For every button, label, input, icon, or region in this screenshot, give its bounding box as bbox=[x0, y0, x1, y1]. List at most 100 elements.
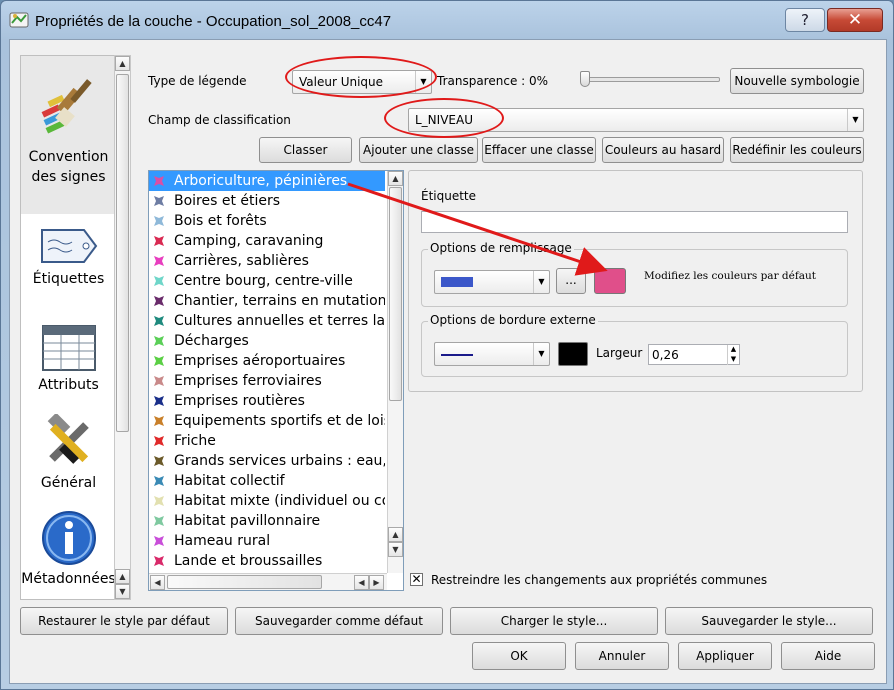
transparency-slider-handle[interactable] bbox=[580, 71, 590, 87]
sidebar-item-general[interactable]: Général bbox=[21, 412, 114, 504]
sidebar-scroll-up-button[interactable]: ▲ bbox=[115, 56, 130, 71]
label-input[interactable] bbox=[421, 211, 848, 233]
layer-properties-window: Propriétés de la couche - Occupation_sol… bbox=[0, 0, 894, 690]
width-value: 0,26 bbox=[652, 348, 679, 362]
class-list-item[interactable]: Cultures annuelles et terres labo bbox=[149, 311, 385, 331]
class-name: Carrières, sablières bbox=[174, 253, 309, 269]
random-colors-button[interactable]: Couleurs au hasard bbox=[602, 137, 724, 163]
class-list-item[interactable]: Habitat pavillonnaire bbox=[149, 511, 385, 531]
add-class-button[interactable]: Ajouter une classe bbox=[359, 137, 478, 163]
transparency-label: Transparence : 0% bbox=[437, 74, 549, 88]
class-color-icon bbox=[154, 496, 164, 506]
class-name: Emprises ferroviaires bbox=[174, 373, 322, 389]
class-color-icon bbox=[154, 276, 164, 286]
class-name: Equipements sportifs et de loisir bbox=[174, 413, 385, 429]
sidebar-scroll-down-button[interactable]: ▼ bbox=[115, 584, 130, 599]
save-style-button[interactable]: Sauvegarder le style... bbox=[665, 607, 873, 635]
class-list-hscrollbar[interactable]: ◀ ◀ ▶ bbox=[149, 573, 387, 590]
class-list-item[interactable]: Equipements sportifs et de loisir bbox=[149, 411, 385, 431]
border-style-select[interactable]: ▼ bbox=[434, 342, 550, 366]
label-caption: Étiquette bbox=[421, 189, 477, 203]
class-color-icon bbox=[154, 236, 164, 246]
category-sidebar: Convention des signes Étiquettes Attribu… bbox=[20, 55, 115, 600]
class-list-item[interactable]: Hameau rural bbox=[149, 531, 385, 551]
save-as-default-button[interactable]: Sauvegarder comme défaut bbox=[235, 607, 443, 635]
new-symbology-button[interactable]: Nouvelle symbologie bbox=[730, 68, 864, 94]
class-list-item[interactable]: Centre bourg, centre-ville bbox=[149, 271, 385, 291]
sidebar-item-label: Étiquettes bbox=[32, 271, 105, 287]
classify-button[interactable]: Classer bbox=[259, 137, 352, 163]
border-color-button[interactable] bbox=[558, 342, 588, 366]
cancel-button[interactable]: Annuler bbox=[575, 642, 669, 670]
border-style-preview bbox=[441, 354, 473, 356]
annotation-text: Modifiez les couleurs par défaut bbox=[644, 270, 816, 282]
class-list-item[interactable]: Grands services urbains : eau, ass bbox=[149, 451, 385, 471]
sidebar-scroll-thumb[interactable] bbox=[116, 74, 129, 432]
class-list-item[interactable]: Chantier, terrains en mutation bbox=[149, 291, 385, 311]
delete-class-button[interactable]: Effacer une classe bbox=[482, 137, 596, 163]
spin-up-icon[interactable]: ▲ bbox=[727, 345, 739, 355]
class-list-item[interactable]: Boires et étiers bbox=[149, 191, 385, 211]
restrict-label: Restreindre les changements aux propriét… bbox=[431, 573, 768, 587]
label-tag-icon bbox=[40, 229, 97, 263]
fill-browse-button[interactable]: ... bbox=[556, 268, 586, 294]
class-list-item[interactable]: Carrières, sablières bbox=[149, 251, 385, 271]
class-scroll-down-button[interactable]: ▼ bbox=[388, 542, 403, 557]
help-title-button[interactable]: ? bbox=[785, 8, 825, 32]
class-color-icon bbox=[154, 516, 164, 526]
class-list-item[interactable]: Emprises aéroportuaires bbox=[149, 351, 385, 371]
class-hscroll-thumb[interactable] bbox=[167, 575, 322, 589]
class-list[interactable]: Arboriculture, pépinières Boires et étier… bbox=[148, 170, 404, 591]
sidebar-scrollbar[interactable]: ▲ ▲ ▼ bbox=[114, 55, 131, 600]
sidebar-item-labels[interactable]: Étiquettes bbox=[21, 226, 114, 312]
class-name: Hameau rural bbox=[174, 533, 271, 549]
sidebar-scroll-down-button[interactable]: ▲ bbox=[115, 569, 130, 584]
class-list-item[interactable]: Bois et forêts bbox=[149, 211, 385, 231]
class-list-item[interactable]: Camping, caravaning bbox=[149, 231, 385, 251]
help-button[interactable]: Aide bbox=[781, 642, 875, 670]
class-list-item[interactable]: Lande et broussailles bbox=[149, 551, 385, 571]
ok-button[interactable]: OK bbox=[472, 642, 566, 670]
class-list-item[interactable]: Habitat mixte (individuel ou coll bbox=[149, 491, 385, 511]
class-scroll-right-button[interactable]: ▶ bbox=[369, 575, 384, 590]
class-scroll-up-button[interactable]: ▲ bbox=[388, 527, 403, 542]
load-style-button[interactable]: Charger le style... bbox=[450, 607, 658, 635]
class-name: Boires et étiers bbox=[174, 193, 281, 209]
class-list-item[interactable]: Décharges bbox=[149, 331, 385, 351]
class-list-item[interactable]: Emprises ferroviaires bbox=[149, 371, 385, 391]
class-list-scrollbar[interactable]: ▲ ▲ ▼ bbox=[387, 171, 403, 573]
close-window-button[interactable]: ✕ bbox=[827, 8, 883, 32]
transparency-slider[interactable] bbox=[585, 77, 720, 82]
class-list-item[interactable]: Friche bbox=[149, 431, 385, 451]
sidebar-item-label: Attributs bbox=[38, 377, 99, 393]
class-name: Centre bourg, centre-ville bbox=[174, 273, 353, 289]
apply-button[interactable]: Appliquer bbox=[678, 642, 772, 670]
border-options-group: Options de bordure externe ▼ Largeur 0,2… bbox=[421, 313, 848, 377]
reset-colors-button[interactable]: Redéfinir les couleurs bbox=[730, 137, 864, 163]
class-name: Lande et broussailles bbox=[174, 553, 323, 569]
fill-color-button[interactable] bbox=[594, 268, 626, 294]
class-scroll-up-button[interactable]: ▲ bbox=[388, 171, 403, 186]
restrict-checkbox[interactable]: ✕ bbox=[410, 573, 423, 586]
sidebar-item-symbology[interactable]: Convention des signes bbox=[21, 56, 114, 214]
fill-options-group: Options de remplissage ▼ ... Modifiez le… bbox=[421, 241, 848, 307]
sidebar-item-metadata[interactable]: Métadonnées bbox=[21, 510, 114, 596]
class-name: Emprises routières bbox=[174, 393, 305, 409]
table-icon bbox=[41, 325, 96, 371]
class-scroll-left-button[interactable]: ◀ bbox=[150, 575, 165, 590]
sidebar-item-attributes[interactable]: Attributs bbox=[21, 318, 114, 408]
title-bar[interactable]: Propriétés de la couche - Occupation_sol… bbox=[1, 1, 893, 39]
class-list-item[interactable]: Habitat collectif bbox=[149, 471, 385, 491]
class-name: Emprises aéroportuaires bbox=[174, 353, 346, 369]
tools-icon bbox=[47, 412, 89, 464]
spin-down-icon[interactable]: ▼ bbox=[727, 355, 739, 365]
restore-default-style-button[interactable]: Restaurer le style par défaut bbox=[20, 607, 228, 635]
class-name: Grands services urbains : eau, ass bbox=[174, 453, 385, 469]
width-spinbox[interactable]: 0,26 ▲ ▼ bbox=[648, 344, 740, 365]
class-list-item[interactable]: Arboriculture, pépinières bbox=[149, 171, 385, 191]
class-list-item[interactable]: Emprises routières bbox=[149, 391, 385, 411]
fill-pattern-select[interactable]: ▼ bbox=[434, 270, 550, 294]
class-scroll-thumb[interactable] bbox=[389, 187, 402, 401]
class-scroll-left-button[interactable]: ◀ bbox=[354, 575, 369, 590]
class-color-icon bbox=[154, 476, 164, 486]
